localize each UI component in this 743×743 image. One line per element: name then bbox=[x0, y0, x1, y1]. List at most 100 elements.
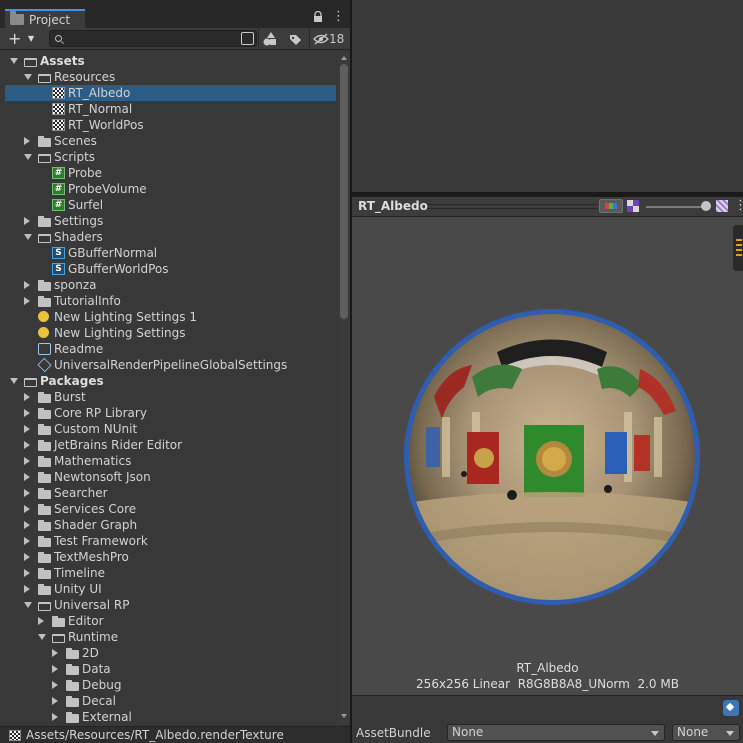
tree-item[interactable]: Shader Graph bbox=[5, 517, 336, 533]
tree-item[interactable]: # Surfel bbox=[5, 197, 336, 213]
chevron-down-icon[interactable] bbox=[38, 634, 46, 640]
tree-item[interactable]: Assets bbox=[5, 53, 336, 69]
chevron-down-icon: ▼ bbox=[28, 34, 35, 43]
tab-project[interactable]: Project bbox=[5, 9, 85, 28]
tree-item[interactable]: Scripts bbox=[5, 149, 336, 165]
side-overlay-tab[interactable] bbox=[733, 225, 743, 271]
tree-item[interactable]: # ProbeVolume bbox=[5, 181, 336, 197]
mip-level-slider-knob[interactable] bbox=[701, 201, 711, 211]
rgb-channel-toggle[interactable] bbox=[599, 199, 623, 213]
tree-item[interactable]: Editor bbox=[5, 613, 336, 629]
chevron-right-icon[interactable] bbox=[52, 649, 58, 657]
chevron-down-icon[interactable] bbox=[24, 602, 32, 608]
chevron-right-icon[interactable] bbox=[24, 585, 30, 593]
tree-item[interactable]: Packages bbox=[5, 373, 336, 389]
scroll-thumb[interactable] bbox=[340, 64, 348, 319]
tree-item[interactable]: TutorialInfo bbox=[5, 293, 336, 309]
tree-item[interactable]: Data bbox=[5, 661, 336, 677]
chevron-right-icon[interactable] bbox=[24, 409, 30, 417]
chevron-down-icon[interactable] bbox=[10, 378, 18, 384]
chevron-right-icon[interactable] bbox=[52, 681, 58, 689]
tree-item[interactable]: RT_WorldPos bbox=[5, 117, 336, 133]
chevron-down-icon[interactable] bbox=[24, 234, 32, 240]
chevron-right-icon[interactable] bbox=[52, 697, 58, 705]
chevron-right-icon[interactable] bbox=[24, 393, 30, 401]
chevron-right-icon[interactable] bbox=[24, 537, 30, 545]
chevron-right-icon[interactable] bbox=[24, 217, 30, 225]
chevron-right-icon[interactable] bbox=[24, 425, 30, 433]
filter-by-type-icon[interactable] bbox=[262, 30, 278, 48]
mip-level-slider[interactable] bbox=[646, 206, 706, 208]
chevron-down-icon[interactable] bbox=[24, 74, 32, 80]
tree-item[interactable]: # Probe bbox=[5, 165, 336, 181]
tree-item[interactable]: RT_Normal bbox=[5, 101, 336, 117]
tree-item[interactable]: Mathematics bbox=[5, 453, 336, 469]
chevron-right-icon[interactable] bbox=[24, 281, 30, 289]
tree-item-label: Shader Graph bbox=[54, 518, 138, 532]
scroll-up-icon[interactable] bbox=[341, 56, 347, 60]
search-input[interactable] bbox=[66, 31, 236, 46]
hidden-packages-toggle[interactable]: 18 bbox=[313, 30, 347, 48]
checker-background-icon[interactable] bbox=[716, 200, 728, 212]
tree-scrollbar[interactable] bbox=[338, 52, 350, 724]
chevron-right-icon[interactable] bbox=[24, 569, 30, 577]
filter-by-label-icon[interactable] bbox=[287, 30, 303, 48]
tree-item[interactable]: New Lighting Settings bbox=[5, 325, 336, 341]
chevron-right-icon[interactable] bbox=[38, 617, 44, 625]
tree-item[interactable]: Timeline bbox=[5, 565, 336, 581]
chevron-right-icon[interactable] bbox=[52, 713, 58, 721]
tree-item[interactable]: Burst bbox=[5, 389, 336, 405]
tree-item[interactable]: TextMeshPro bbox=[5, 549, 336, 565]
chevron-right-icon[interactable] bbox=[24, 137, 30, 145]
chevron-right-icon[interactable] bbox=[24, 297, 30, 305]
tree-item[interactable]: Debug bbox=[5, 677, 336, 693]
tree-item[interactable]: Scenes bbox=[5, 133, 336, 149]
tree-item[interactable]: 2D bbox=[5, 645, 336, 661]
chevron-right-icon[interactable] bbox=[24, 489, 30, 497]
tree-item[interactable]: Newtonsoft Json bbox=[5, 469, 336, 485]
chevron-right-icon[interactable] bbox=[24, 505, 30, 513]
tree-item[interactable]: Services Core bbox=[5, 501, 336, 517]
tree-item[interactable]: S GBufferWorldPos bbox=[5, 261, 336, 277]
project-tab-strip: Project ⋮ bbox=[0, 0, 350, 28]
chevron-down-icon[interactable] bbox=[24, 154, 32, 160]
chevron-right-icon[interactable] bbox=[24, 553, 30, 561]
add-asset-button[interactable]: + ▼ bbox=[8, 30, 40, 48]
chevron-right-icon[interactable] bbox=[24, 473, 30, 481]
kebab-menu-icon[interactable]: ⋮ bbox=[332, 9, 345, 25]
asset-bundle-variant-dropdown[interactable]: None bbox=[672, 724, 740, 741]
tree-item[interactable]: Shaders bbox=[5, 229, 336, 245]
lock-icon[interactable] bbox=[313, 11, 323, 23]
tree-item[interactable]: Universal RP bbox=[5, 597, 336, 613]
tree-item[interactable]: JetBrains Rider Editor bbox=[5, 437, 336, 453]
tree-item[interactable]: Unity UI bbox=[5, 581, 336, 597]
scroll-down-icon[interactable] bbox=[341, 714, 347, 718]
tree-item[interactable]: UniversalRenderPipelineGlobalSettings bbox=[5, 357, 336, 373]
chevron-right-icon[interactable] bbox=[24, 521, 30, 529]
folder-icon bbox=[66, 680, 79, 691]
search-by-type-icon[interactable] bbox=[241, 32, 254, 45]
kebab-menu-icon[interactable]: ⋮ bbox=[734, 198, 743, 213]
chevron-right-icon[interactable] bbox=[24, 441, 30, 449]
tree-item[interactable]: Settings bbox=[5, 213, 336, 229]
tree-item[interactable]: Custom NUnit bbox=[5, 421, 336, 437]
tree-item[interactable]: Searcher bbox=[5, 485, 336, 501]
tree-item[interactable]: Resources bbox=[5, 69, 336, 85]
tree-item[interactable]: External bbox=[5, 709, 336, 724]
alpha-channel-icon[interactable] bbox=[627, 200, 639, 212]
asset-bundle-dropdown[interactable]: None bbox=[447, 724, 665, 741]
resize-grip[interactable] bbox=[427, 204, 597, 209]
tree-item[interactable]: Runtime bbox=[5, 629, 336, 645]
tree-item[interactable]: Test Framework bbox=[5, 533, 336, 549]
tree-item[interactable]: sponza bbox=[5, 277, 336, 293]
tree-item[interactable]: Readme bbox=[5, 341, 336, 357]
tree-item[interactable]: New Lighting Settings 1 bbox=[5, 309, 336, 325]
tree-item[interactable]: Core RP Library bbox=[5, 405, 336, 421]
chevron-down-icon[interactable] bbox=[10, 58, 18, 64]
tree-item[interactable]: RT_Albedo bbox=[5, 85, 336, 101]
tree-item[interactable]: S GBufferNormal bbox=[5, 245, 336, 261]
chevron-right-icon[interactable] bbox=[52, 665, 58, 673]
asset-label-tag-icon[interactable] bbox=[723, 700, 739, 716]
tree-item[interactable]: Decal bbox=[5, 693, 336, 709]
chevron-right-icon[interactable] bbox=[24, 457, 30, 465]
